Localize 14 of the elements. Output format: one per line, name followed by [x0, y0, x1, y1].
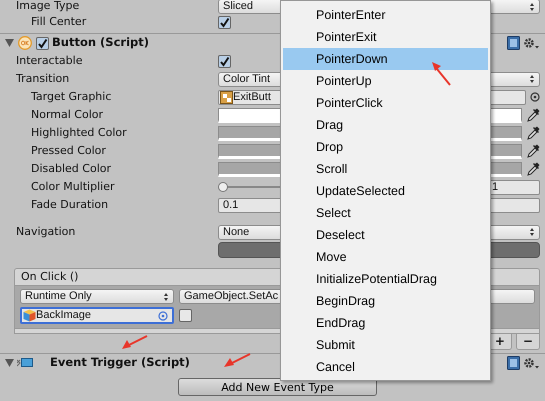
- property-label: Target Graphic: [30, 88, 112, 105]
- property-label: Color Multiplier: [30, 178, 116, 195]
- property-label: Normal Color: [30, 106, 104, 123]
- property-label: Highlighted Color: [30, 124, 128, 141]
- property-label: Disabled Color: [30, 160, 112, 177]
- property-label: Navigation: [15, 224, 76, 240]
- property-label: Interactable: [15, 52, 84, 69]
- property-label: Fill Center: [30, 14, 88, 30]
- component-title: Button (Script): [52, 34, 149, 52]
- property-label: Pressed Color: [30, 142, 107, 159]
- property-label: Fade Duration: [30, 196, 110, 213]
- property-label: Image Type: [15, 0, 80, 14]
- property-label: Transition: [15, 70, 70, 87]
- component-title: Event Trigger (Script): [50, 354, 190, 372]
